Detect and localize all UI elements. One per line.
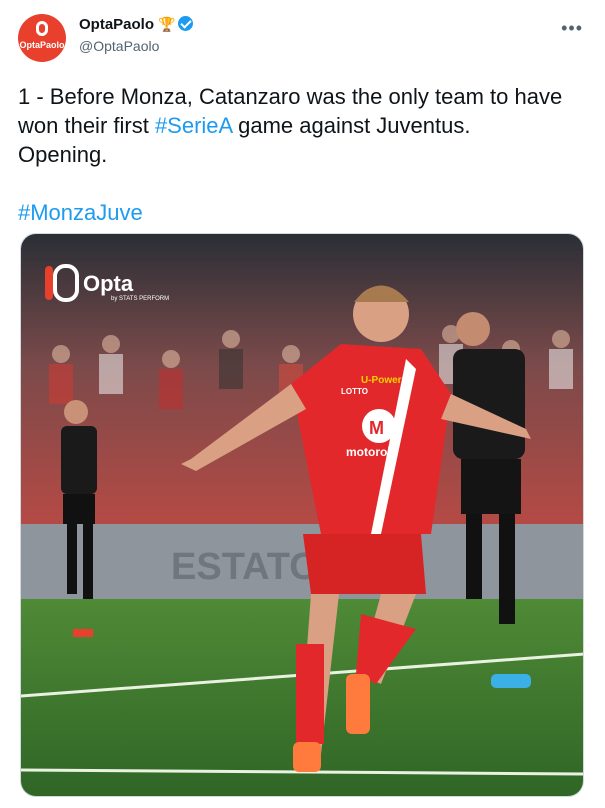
display-name[interactable]: OptaPaolo bbox=[79, 16, 154, 33]
more-options-icon[interactable]: ••• bbox=[561, 18, 583, 39]
hashtag-monzajuve[interactable]: #MonzaJuve bbox=[18, 200, 143, 225]
verified-badge-icon bbox=[178, 16, 194, 31]
tweet-line-3: Opening. bbox=[18, 142, 108, 167]
tweet-header: OptaPaolo OptaPaolo 🏆 @OptaPaolo ••• bbox=[18, 14, 587, 70]
handle[interactable]: @OptaPaolo bbox=[79, 38, 193, 54]
trophy-icon: 🏆 bbox=[158, 16, 176, 32]
tweet-line-2: won their first #SerieA game against Juv… bbox=[18, 111, 588, 140]
avatar[interactable]: OptaPaolo bbox=[18, 14, 66, 62]
shirt-maker: LOTTO bbox=[341, 387, 368, 396]
avatar-label: OptaPaolo bbox=[19, 40, 65, 50]
shirt-badge: U-Power bbox=[361, 375, 402, 386]
tweet-photo[interactable]: ESTATO TR M motorola U-Power LOTTO Opta … bbox=[20, 233, 584, 797]
hashtag-seriea[interactable]: #SerieA bbox=[155, 113, 232, 138]
tweet-line-1: 1 - Before Monza, Catanzaro was the only… bbox=[18, 84, 563, 109]
opta-sub-text: by STATS PERFORM bbox=[111, 296, 169, 302]
opta-logo-icon bbox=[36, 21, 48, 36]
svg-text:M: M bbox=[369, 418, 384, 438]
match-photo: ESTATO TR M motorola U-Power LOTTO Opta … bbox=[21, 234, 583, 796]
tweet-line-2-post: game against Juventus. bbox=[232, 113, 471, 138]
display-name-row[interactable]: OptaPaolo 🏆 bbox=[79, 16, 194, 34]
opta-brand-text: Opta bbox=[83, 271, 134, 296]
shirt-sponsor: motorola bbox=[346, 445, 398, 459]
tweet-line-2-pre: won their first bbox=[18, 113, 155, 138]
account-info: OptaPaolo 🏆 @OptaPaolo bbox=[79, 16, 194, 54]
tweet-text: 1 - Before Monza, Catanzaro was the only… bbox=[18, 82, 588, 227]
